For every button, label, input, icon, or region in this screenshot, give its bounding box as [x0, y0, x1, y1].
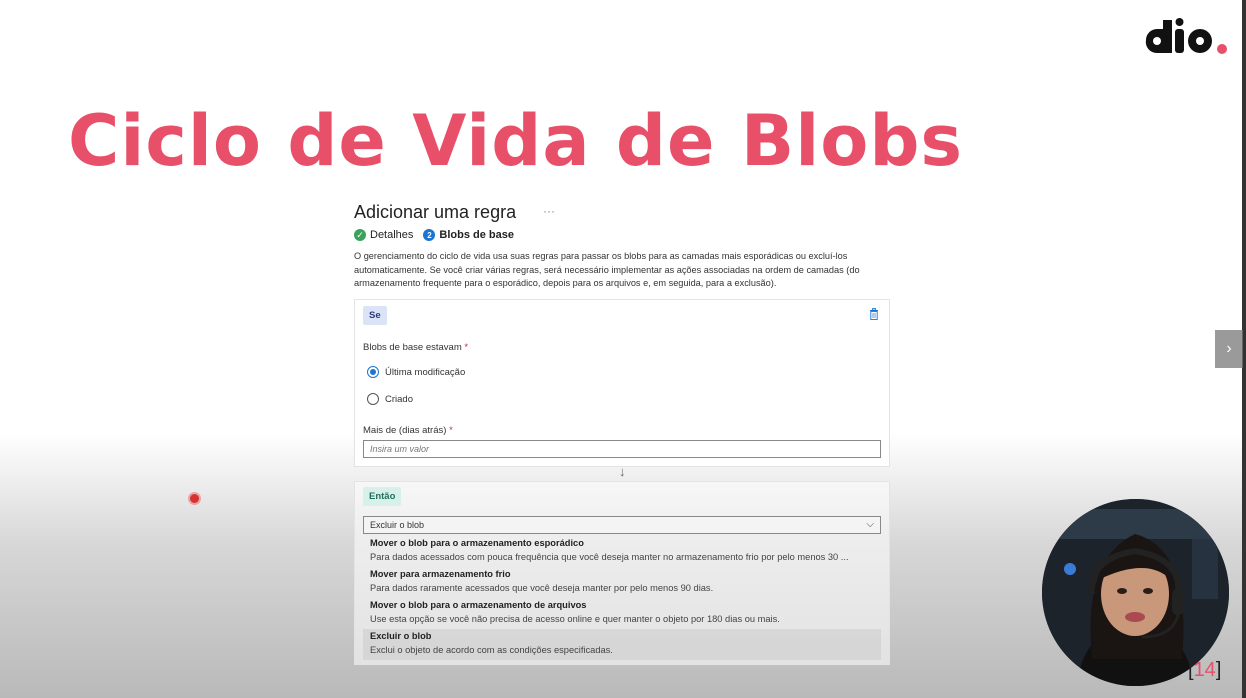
- days-ago-label: Mais de (dias atrás) *: [363, 425, 453, 436]
- option-description: Para dados raramente acessados que você …: [370, 583, 714, 593]
- option-move-archive[interactable]: Mover o blob para o armazenamento de arq…: [363, 598, 881, 629]
- pointer-cursor: [190, 494, 199, 503]
- presenter-webcam: [1042, 499, 1229, 686]
- base-blobs-label: Blobs de base estavam *: [363, 342, 469, 353]
- then-action-card: Então Excluir o blob ⌵ Mover o blob para…: [354, 481, 890, 665]
- if-condition-card: Se Blobs de base estavam * Última modifi…: [354, 299, 890, 467]
- radio-empty-icon: [367, 393, 379, 405]
- wizard-steps: ✓ Detalhes 2 Blobs de base: [354, 229, 514, 241]
- radio-created[interactable]: Criado: [367, 393, 413, 405]
- days-ago-input[interactable]: Insira um valor: [363, 440, 881, 458]
- check-icon: ✓: [354, 229, 366, 241]
- option-title: Mover o blob para o armazenamento de arq…: [370, 600, 587, 610]
- panel-description: O gerenciamento do ciclo de vida usa sua…: [354, 251, 860, 288]
- panel-title: Adicionar uma regra: [354, 202, 517, 222]
- required-marker: *: [449, 425, 453, 436]
- more-options-icon[interactable]: ···: [543, 204, 555, 218]
- action-options-list: Mover o blob para o armazenamento esporá…: [363, 536, 881, 660]
- arrow-down-icon: ↓: [619, 464, 626, 479]
- action-dropdown-value: Excluir o blob: [370, 520, 425, 530]
- option-title: Mover o blob para o armazenamento esporá…: [370, 538, 584, 548]
- option-move-cool[interactable]: Mover o blob para o armazenamento esporá…: [363, 536, 881, 567]
- then-tag: Então: [363, 487, 402, 506]
- radio-last-modified-label: Última modificação: [385, 366, 466, 378]
- presenter-avatar: [1042, 499, 1229, 686]
- step-base-blobs[interactable]: 2 Blobs de base: [423, 229, 514, 241]
- radio-last-modified[interactable]: Última modificação: [367, 366, 465, 378]
- step-details[interactable]: ✓ Detalhes: [354, 229, 413, 241]
- next-slide-button[interactable]: ›: [1215, 330, 1243, 368]
- option-title: Excluir o blob: [370, 631, 432, 641]
- radio-created-label: Criado: [385, 393, 413, 405]
- step-details-label: Detalhes: [370, 229, 414, 241]
- required-marker: *: [464, 342, 469, 353]
- add-rule-panel: Adicionar uma regra ··· ✓ Detalhes 2 Blo…: [354, 198, 890, 665]
- radio-selected-icon: [367, 366, 379, 378]
- chevron-down-icon: ⌵: [866, 519, 874, 530]
- option-move-cold[interactable]: Mover para armazenamento frio Para dados…: [363, 567, 881, 598]
- action-dropdown[interactable]: Excluir o blob ⌵: [363, 516, 881, 534]
- chevron-right-icon: ›: [1226, 340, 1232, 357]
- slide-title: Ciclo de Vida de Blobs: [68, 100, 964, 182]
- option-delete-blob[interactable]: Excluir o blob Exclui o objeto de acordo…: [363, 629, 881, 660]
- option-description: Exclui o objeto de acordo com as condiçõ…: [370, 645, 613, 655]
- if-tag: Se: [363, 306, 387, 325]
- option-description: Use esta opção se você não precisa de ac…: [370, 614, 780, 624]
- slide-page-number: [14]: [1188, 659, 1222, 681]
- option-title: Mover para armazenamento frio: [370, 569, 511, 579]
- dio-logo: [1145, 18, 1227, 54]
- step-base-blobs-label: Blobs de base: [439, 229, 514, 241]
- trash-icon[interactable]: [869, 308, 879, 320]
- option-description: Para dados acessados com pouca frequênci…: [370, 552, 849, 562]
- step-number-badge: 2: [423, 229, 436, 241]
